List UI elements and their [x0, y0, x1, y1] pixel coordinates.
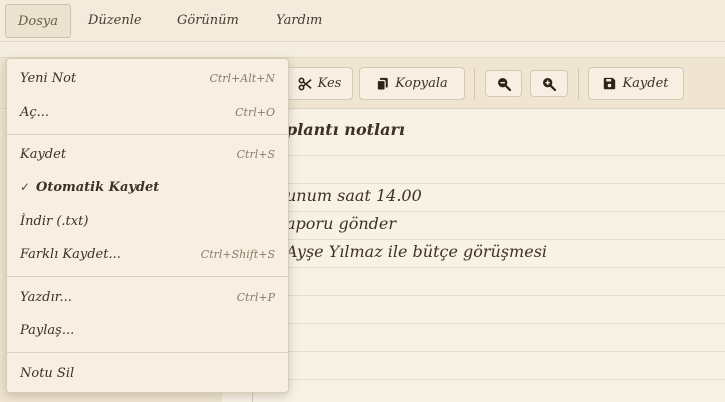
menu-item-download-txt[interactable]: İndir (.txt) — [7, 206, 288, 236]
menu-yardim[interactable]: Yardım — [264, 4, 334, 38]
ruled-line — [222, 379, 725, 380]
note-line: unum saat 14.00 — [286, 186, 422, 205]
cut-button[interactable]: Kes — [286, 67, 353, 100]
zoom-in-button[interactable] — [530, 70, 568, 97]
menu-gorunum[interactable]: Görünüm — [165, 4, 251, 38]
zoom-out-icon — [497, 77, 511, 91]
menu-item-share[interactable]: Paylaş... — [7, 315, 288, 345]
toolbar-separator — [474, 68, 475, 100]
checkmark-icon: ✓ — [20, 180, 31, 194]
menu-item-save-as[interactable]: Farklı Kaydet... Ctrl+Shift+S — [7, 239, 288, 269]
toolbar-separator — [578, 68, 579, 100]
menu-item-print[interactable]: Yazdır... Ctrl+P — [7, 282, 288, 312]
menu-item-delete-note[interactable]: Notu Sil — [7, 358, 288, 388]
ruled-line — [222, 351, 725, 352]
zoom-in-icon — [542, 77, 556, 91]
save-label: Kaydet — [622, 76, 669, 91]
ruled-line — [222, 239, 725, 240]
save-button[interactable]: Kaydet — [588, 67, 684, 100]
floppy-disk-icon — [603, 77, 616, 90]
note-line: Ayşe Yılmaz ile bütçe görüşmesi — [286, 242, 548, 261]
ruled-line — [222, 323, 725, 324]
menu-duzenle[interactable]: Düzenle — [76, 4, 154, 38]
scissors-icon — [298, 77, 312, 91]
menu-dosya[interactable]: Dosya — [5, 4, 72, 38]
ruled-line — [222, 155, 725, 156]
menu-item-autosave[interactable]: ✓ Otomatik Kaydet — [7, 172, 288, 202]
menu-separator — [7, 134, 288, 135]
menubar: Dosya Düzenle Görünüm Yardım — [0, 0, 725, 42]
copy-icon — [376, 77, 389, 91]
ruled-line — [222, 267, 725, 268]
menu-separator — [7, 276, 288, 277]
ruled-line — [222, 295, 725, 296]
note-title-line: plantı notları — [286, 120, 405, 139]
ruled-line — [222, 211, 725, 212]
menu-item-new-note[interactable]: Yeni Not Ctrl+Alt+N — [7, 63, 288, 93]
note-line: aporu gönder — [286, 214, 396, 233]
menu-item-save[interactable]: Kaydet Ctrl+S — [7, 139, 288, 169]
file-menu-dropdown: Yeni Not Ctrl+Alt+N Aç... Ctrl+O Kaydet … — [6, 58, 289, 393]
copy-button[interactable]: Kopyala — [359, 67, 465, 100]
ruled-line — [222, 183, 725, 184]
menu-item-open[interactable]: Aç... Ctrl+O — [7, 97, 288, 127]
copy-label: Kopyala — [395, 76, 448, 91]
cut-label: Kes — [317, 76, 342, 91]
menu-separator — [7, 352, 288, 353]
zoom-out-button[interactable] — [485, 70, 522, 97]
